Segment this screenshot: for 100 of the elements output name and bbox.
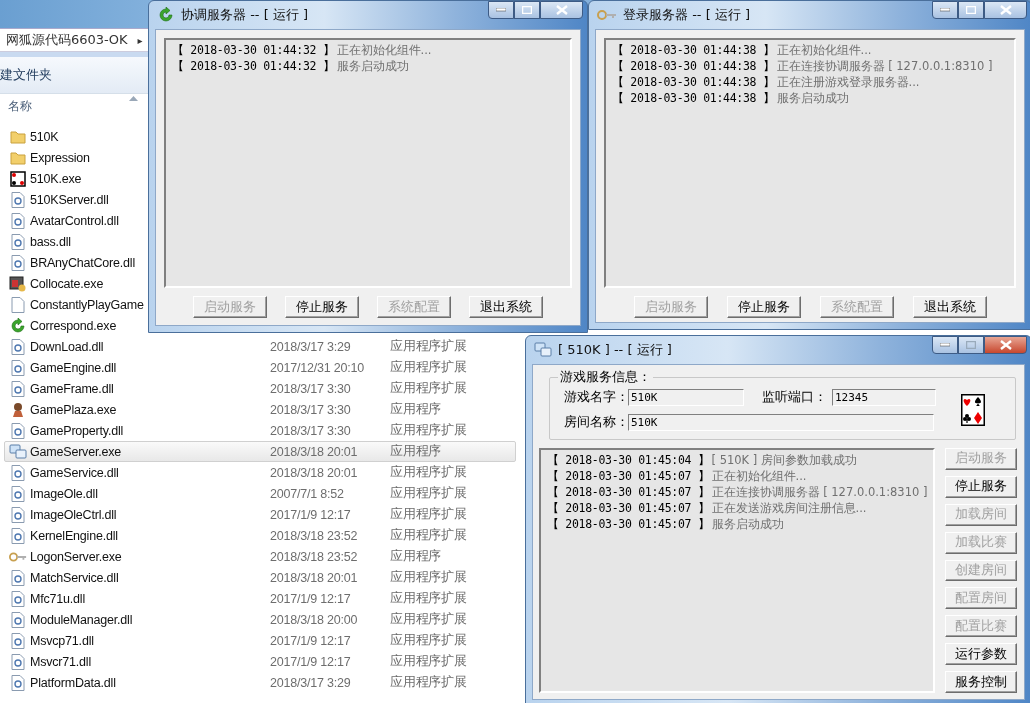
file-type: 应用程序扩展 (390, 506, 467, 523)
log-timestamp: 【 2018-03-30 01:44:32 】 (172, 44, 335, 57)
action-button[interactable]: 停止服务 (285, 296, 359, 318)
file-row[interactable]: GameEngine.dll 2017/12/31 20:10 应用程序扩展 (4, 357, 516, 378)
log-timestamp: 【 2018-03-30 01:45:07 】 (547, 502, 710, 515)
file-row[interactable]: ConstantlyPlayGame (4, 294, 146, 315)
maximize-button[interactable] (958, 336, 984, 354)
document-icon (11, 191, 25, 208)
file-row[interactable]: Msvcp71.dll 2017/1/9 12:17 应用程序扩展 (4, 630, 516, 651)
game-name-field[interactable]: 510K (628, 388, 744, 406)
file-row[interactable]: BRAnyChatCore.dll (4, 252, 146, 273)
maximize-icon (966, 341, 976, 349)
close-icon (555, 5, 568, 15)
file-name: 510K (30, 129, 59, 144)
log-message: 正在初始化组件... (336, 44, 432, 57)
sort-arrow-icon (129, 96, 138, 101)
action-button[interactable]: 退出系统 (912, 296, 987, 318)
file-name: BRAnyChatCore.dll (30, 255, 135, 270)
file-row[interactable]: 510K (4, 126, 146, 147)
figure-icon (10, 401, 26, 418)
file-type: 应用程序扩展 (390, 527, 467, 544)
file-row[interactable]: GameServer.exe 2018/3/18 20:01 应用程序 (4, 441, 516, 462)
circular-arrows-icon (9, 317, 27, 334)
close-button[interactable] (984, 1, 1027, 19)
log-message: 正在初始化组件... (776, 44, 872, 57)
document-icon (11, 527, 25, 544)
maximize-icon (522, 6, 532, 14)
file-row[interactable]: ModuleManager.dll 2018/3/18 20:00 应用程序扩展 (4, 609, 516, 630)
file-row[interactable]: Collocate.exe (4, 273, 146, 294)
document-icon (11, 233, 25, 250)
file-date: 2018/3/18 20:01 (270, 444, 359, 459)
file-row[interactable]: DownLoad.dll 2018/3/17 3:29 应用程序扩展 (4, 336, 516, 357)
file-row[interactable]: ImageOleCtrl.dll 2017/1/9 12:17 应用程序扩展 (4, 504, 516, 525)
close-button[interactable] (984, 336, 1027, 354)
file-type: 应用程序扩展 (390, 653, 467, 670)
file-row[interactable]: 510K.exe (4, 168, 146, 189)
close-icon (999, 340, 1012, 350)
circular-arrows-icon (157, 7, 175, 23)
log-message: 正在连接协调服务器 [ 127.0.0.1:8310 ] (711, 486, 928, 499)
field-label: 游戏名字： (563, 388, 628, 406)
file-row[interactable]: bass.dll (4, 231, 146, 252)
action-button[interactable]: 停止服务 (945, 475, 1018, 498)
file-row[interactable]: AvatarControl.dll (4, 210, 146, 231)
document-icon (11, 464, 25, 481)
field-label: 监听端口： (761, 388, 828, 406)
file-row[interactable]: LogonServer.exe 2018/3/18 23:52 应用程序 (4, 546, 516, 567)
room-name-field[interactable]: 510K (628, 413, 934, 431)
file-date: 2018/3/18 23:52 (270, 549, 359, 564)
file-type: 应用程序 (390, 548, 442, 565)
action-button[interactable]: 停止服务 (726, 296, 801, 318)
breadcrumb-item[interactable]: 网狐源代码6603-OK (6, 31, 128, 49)
file-date: 2018/3/17 3:29 (270, 675, 352, 690)
log-timestamp: 【 2018-03-30 01:45:07 】 (547, 518, 710, 531)
file-row[interactable]: GamePlaza.exe 2018/3/17 3:30 应用程序 (4, 399, 516, 420)
file-row[interactable]: ImageOle.dll 2007/7/1 8:52 应用程序扩展 (4, 483, 516, 504)
file-row[interactable]: Msvcr71.dll 2017/1/9 12:17 应用程序扩展 (4, 651, 516, 672)
file-row[interactable]: PlatformData.dll 2018/3/17 3:29 应用程序扩展 (4, 672, 516, 693)
file-date: 2018/3/18 20:01 (270, 570, 359, 585)
document-icon (11, 674, 25, 691)
file-name: Msvcr71.dll (30, 654, 92, 669)
action-button[interactable]: 运行参数 (945, 643, 1018, 666)
file-name: GameFrame.dll (30, 381, 115, 396)
file-row[interactable]: GameProperty.dll 2018/3/17 3:30 应用程序扩展 (4, 420, 516, 441)
port-field[interactable]: 12345 (832, 388, 936, 406)
column-header[interactable]: 名称 (8, 97, 32, 115)
minimize-button[interactable] (932, 1, 958, 19)
file-type: 应用程序扩展 (390, 485, 467, 502)
file-row[interactable]: 510KServer.dll (4, 189, 146, 210)
file-row[interactable]: KernelEngine.dll 2018/3/18 23:52 应用程序扩展 (4, 525, 516, 546)
file-row[interactable]: Correspond.exe (4, 315, 146, 336)
file-name: 510KServer.dll (30, 192, 109, 207)
action-button[interactable]: 服务控制 (945, 671, 1018, 693)
file-name: LogonServer.exe (30, 549, 123, 564)
new-folder-button[interactable]: 建文件夹 (0, 66, 52, 84)
file-row[interactable]: GameFrame.dll 2018/3/17 3:30 应用程序扩展 (4, 378, 516, 399)
window-title: 登录服务器 -- [ 运行 ] (623, 6, 752, 24)
file-type: 应用程序 (390, 401, 442, 418)
minimize-button[interactable] (932, 336, 958, 354)
file-row[interactable]: Expression (4, 147, 146, 168)
log-timestamp: 【 2018-03-30 01:44:38 】 (612, 92, 775, 105)
file-row[interactable]: MatchService.dll 2018/3/18 20:01 应用程序扩展 (4, 567, 516, 588)
key-icon (9, 550, 27, 563)
action-button[interactable]: 退出系统 (469, 296, 543, 318)
file-name: DownLoad.dll (30, 339, 105, 354)
file-name: Mfc71u.dll (30, 591, 86, 606)
maximize-button[interactable] (958, 1, 984, 19)
file-date: 2018/3/17 3:30 (270, 381, 352, 396)
file-name: 510K.exe (30, 171, 82, 186)
close-button[interactable] (540, 1, 583, 19)
file-row[interactable]: Mfc71u.dll 2017/1/9 12:17 应用程序扩展 (4, 588, 516, 609)
breadcrumb-arrow[interactable]: ▸ (137, 34, 143, 46)
file-date: 2018/3/18 20:01 (270, 465, 359, 480)
file-row[interactable]: GameService.dll 2018/3/18 20:01 应用程序扩展 (4, 462, 516, 483)
app-icon (9, 275, 27, 292)
minimize-button[interactable] (488, 1, 514, 19)
log-message: 服务启动成功 (336, 60, 409, 73)
maximize-button[interactable] (514, 1, 540, 19)
file-type: 应用程序扩展 (390, 359, 467, 376)
file-date: 2018/3/17 3:30 (270, 402, 352, 417)
file-date: 2018/3/17 3:29 (270, 339, 352, 354)
